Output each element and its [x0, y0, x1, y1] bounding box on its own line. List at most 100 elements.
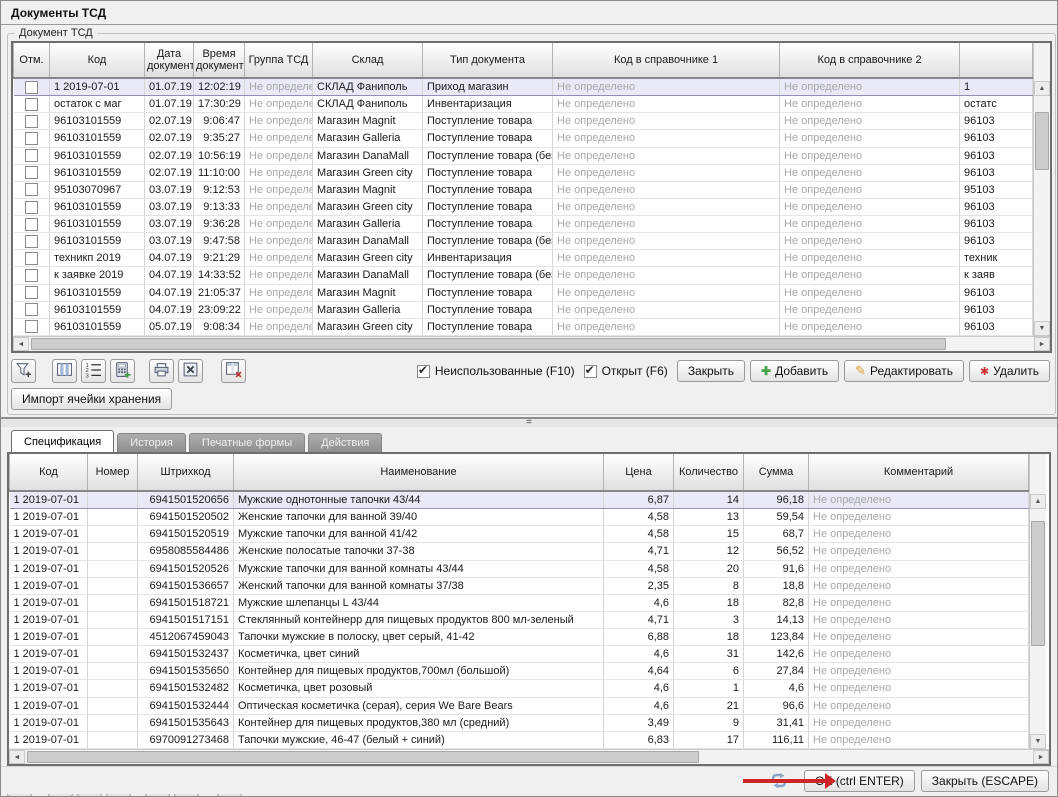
spec-col-sum[interactable]: Сумма — [744, 454, 809, 491]
doc-table-row[interactable]: к заявке 201904.07.1914:33:52Не определе… — [14, 267, 1033, 284]
spec-col-code[interactable]: Код — [10, 454, 88, 491]
spec-table-row[interactable]: 1 2019-07-016941501520502Женские тапочки… — [10, 509, 1029, 526]
spec-table-row[interactable]: 1 2019-07-016941501520519Мужские тапочки… — [10, 526, 1029, 543]
spec-col-name[interactable]: Наименование — [234, 454, 604, 491]
doc-table-row[interactable]: 1 2019-07-0101.07.1912:02:19Не определен… — [14, 78, 1033, 96]
tab-history[interactable]: История — [117, 433, 186, 452]
row-checkbox[interactable] — [25, 252, 38, 265]
row-checkbox[interactable] — [25, 166, 38, 179]
scroll-track[interactable] — [29, 337, 1034, 351]
row-checkbox[interactable] — [25, 218, 38, 231]
doc-vertical-scrollbar[interactable]: ▲ ▼ — [1033, 43, 1050, 336]
tab-specification[interactable]: Спецификация — [11, 430, 114, 452]
row-numbers-button[interactable]: 123 — [81, 359, 106, 383]
unused-checkbox[interactable] — [417, 365, 430, 378]
row-checkbox[interactable] — [25, 149, 38, 162]
tab-actions[interactable]: Действия — [308, 433, 382, 452]
spec-table-row[interactable]: 1 2019-07-016941501535650Контейнер для п… — [10, 663, 1029, 680]
scroll-up-arrow-icon[interactable]: ▲ — [1030, 494, 1046, 509]
doc-col-ref1[interactable]: Код в справочнике 1 — [553, 43, 780, 78]
doc-table-row[interactable]: 9610310155905.07.199:08:34Не определеноМ… — [14, 318, 1033, 335]
doc-col-extra[interactable] — [960, 43, 1033, 78]
scroll-track[interactable] — [1034, 96, 1050, 321]
spec-table-row[interactable]: 1 2019-07-016941501532444Оптическая косм… — [10, 697, 1029, 714]
doc-col-date[interactable]: Дата документа — [145, 43, 194, 78]
doc-table-row[interactable]: 9610310155902.07.199:35:27Не определеноМ… — [14, 130, 1033, 147]
spec-table-row[interactable]: 1 2019-07-016941501520656Мужские однотон… — [10, 491, 1029, 509]
row-checkbox[interactable] — [25, 286, 38, 299]
scroll-thumb[interactable] — [27, 751, 699, 763]
doc-table-row[interactable]: 9610310155904.07.1923:09:22Не определено… — [14, 301, 1033, 318]
scroll-track[interactable] — [25, 750, 1033, 764]
open-checkbox[interactable] — [584, 365, 597, 378]
spec-horizontal-scrollbar[interactable]: ◄ ► — [9, 749, 1049, 764]
scroll-left-arrow-icon[interactable]: ◄ — [13, 337, 29, 351]
row-checkbox[interactable] — [25, 132, 38, 145]
add-button[interactable]: ✚Добавить — [750, 360, 839, 382]
scroll-left-arrow-icon[interactable]: ◄ — [9, 750, 25, 764]
scroll-thumb[interactable] — [1031, 521, 1045, 646]
column-settings-button[interactable] — [52, 359, 77, 383]
close-button[interactable]: Закрыть — [677, 360, 745, 382]
scroll-down-arrow-icon[interactable]: ▼ — [1034, 321, 1050, 336]
spec-table-row[interactable]: 1 2019-07-016941501518721Мужские шлепанц… — [10, 594, 1029, 611]
scroll-up-arrow-icon[interactable]: ▲ — [1034, 81, 1050, 96]
doc-col-mark[interactable]: Отм. — [14, 43, 50, 78]
spec-table-row[interactable]: 1 2019-07-014512067459043Тапочки мужские… — [10, 629, 1029, 646]
horizontal-splitter[interactable]: = — [1, 417, 1057, 427]
open-checkbox-label[interactable]: Открыт (F6) — [602, 364, 668, 378]
doc-col-type[interactable]: Тип документа — [423, 43, 553, 78]
scroll-right-arrow-icon[interactable]: ► — [1034, 337, 1050, 351]
spec-col-comment[interactable]: Комментарий — [809, 454, 1029, 491]
doc-table-row[interactable]: 9610310155902.07.199:06:47Не определеноМ… — [14, 113, 1033, 130]
doc-col-warehouse[interactable]: Склад — [313, 43, 423, 78]
spec-col-qty[interactable]: Количество — [674, 454, 744, 491]
tab-print-forms[interactable]: Печатные формы — [189, 433, 305, 452]
doc-table-row[interactable]: техникп 201904.07.199:21:29Не определено… — [14, 250, 1033, 267]
spec-table-row[interactable]: 1 2019-07-016941501520526Мужские тапочки… — [10, 560, 1029, 577]
row-checkbox[interactable] — [25, 235, 38, 248]
doc-col-group[interactable]: Группа ТСД — [245, 43, 313, 78]
export-excel-button[interactable] — [178, 359, 203, 383]
close-escape-button[interactable]: Закрыть (ESCAPE) — [921, 770, 1049, 792]
spec-table-row[interactable]: 1 2019-07-016941501532437Косметичка, цве… — [10, 646, 1029, 663]
spec-vertical-scrollbar[interactable]: ▲ ▼ — [1029, 454, 1046, 749]
edit-button[interactable]: ✎Редактировать — [844, 360, 964, 382]
row-checkbox[interactable] — [25, 115, 38, 128]
doc-col-ref2[interactable]: Код в справочнике 2 — [780, 43, 960, 78]
row-checkbox[interactable] — [25, 303, 38, 316]
remove-column-button[interactable] — [221, 359, 246, 383]
row-checkbox[interactable] — [25, 320, 38, 333]
spec-table-row[interactable]: 1 2019-07-016941501532482Косметичка, цве… — [10, 680, 1029, 697]
doc-table-row[interactable]: остаток с маг01.07.1917:30:29Не определе… — [14, 96, 1033, 113]
filter-add-button[interactable] — [11, 359, 36, 383]
scroll-track[interactable] — [1030, 509, 1046, 734]
row-checkbox[interactable] — [25, 98, 38, 111]
doc-table-row[interactable]: 9610310155902.07.1911:10:00Не определено… — [14, 164, 1033, 181]
scroll-right-arrow-icon[interactable]: ► — [1033, 750, 1049, 764]
calculator-add-button[interactable] — [110, 359, 135, 383]
scroll-thumb[interactable] — [1035, 112, 1049, 170]
scroll-thumb[interactable] — [31, 338, 946, 350]
doc-table-row[interactable]: 9610310155902.07.1910:56:19Не определено… — [14, 147, 1033, 164]
doc-table-row[interactable]: 9610310155903.07.199:13:33Не определеноМ… — [14, 198, 1033, 215]
row-checkbox[interactable] — [25, 269, 38, 282]
row-checkbox[interactable] — [25, 81, 38, 94]
spec-table-row[interactable]: 1 2019-07-016941501536657Женский тапочки… — [10, 577, 1029, 594]
row-checkbox[interactable] — [25, 201, 38, 214]
print-button[interactable] — [149, 359, 174, 383]
doc-table-row[interactable]: 9610310155903.07.199:47:58Не определеноМ… — [14, 233, 1033, 250]
spec-table-row[interactable]: 1 2019-07-016970091273468Тапочки мужские… — [10, 731, 1029, 748]
doc-col-time[interactable]: Время документа — [194, 43, 245, 78]
spec-table-row[interactable]: 1 2019-07-016941501517151Стеклянный конт… — [10, 611, 1029, 628]
doc-table-row[interactable]: 9510307096703.07.199:12:53Не определеноМ… — [14, 181, 1033, 198]
doc-col-code[interactable]: Код — [50, 43, 145, 78]
spec-col-price[interactable]: Цена — [604, 454, 674, 491]
spec-table-row[interactable]: 1 2019-07-016941501535643Контейнер для п… — [10, 714, 1029, 731]
scroll-down-arrow-icon[interactable]: ▼ — [1030, 734, 1046, 749]
import-storage-cell-button[interactable]: Импорт ячейки хранения — [11, 388, 172, 410]
spec-col-number[interactable]: Номер — [88, 454, 138, 491]
doc-table-row[interactable]: 9610310155904.07.1921:05:37Не определено… — [14, 284, 1033, 301]
doc-table-row[interactable]: 9610310155903.07.199:36:28Не определеноМ… — [14, 216, 1033, 233]
unused-checkbox-label[interactable]: Неиспользованные (F10) — [435, 364, 575, 378]
